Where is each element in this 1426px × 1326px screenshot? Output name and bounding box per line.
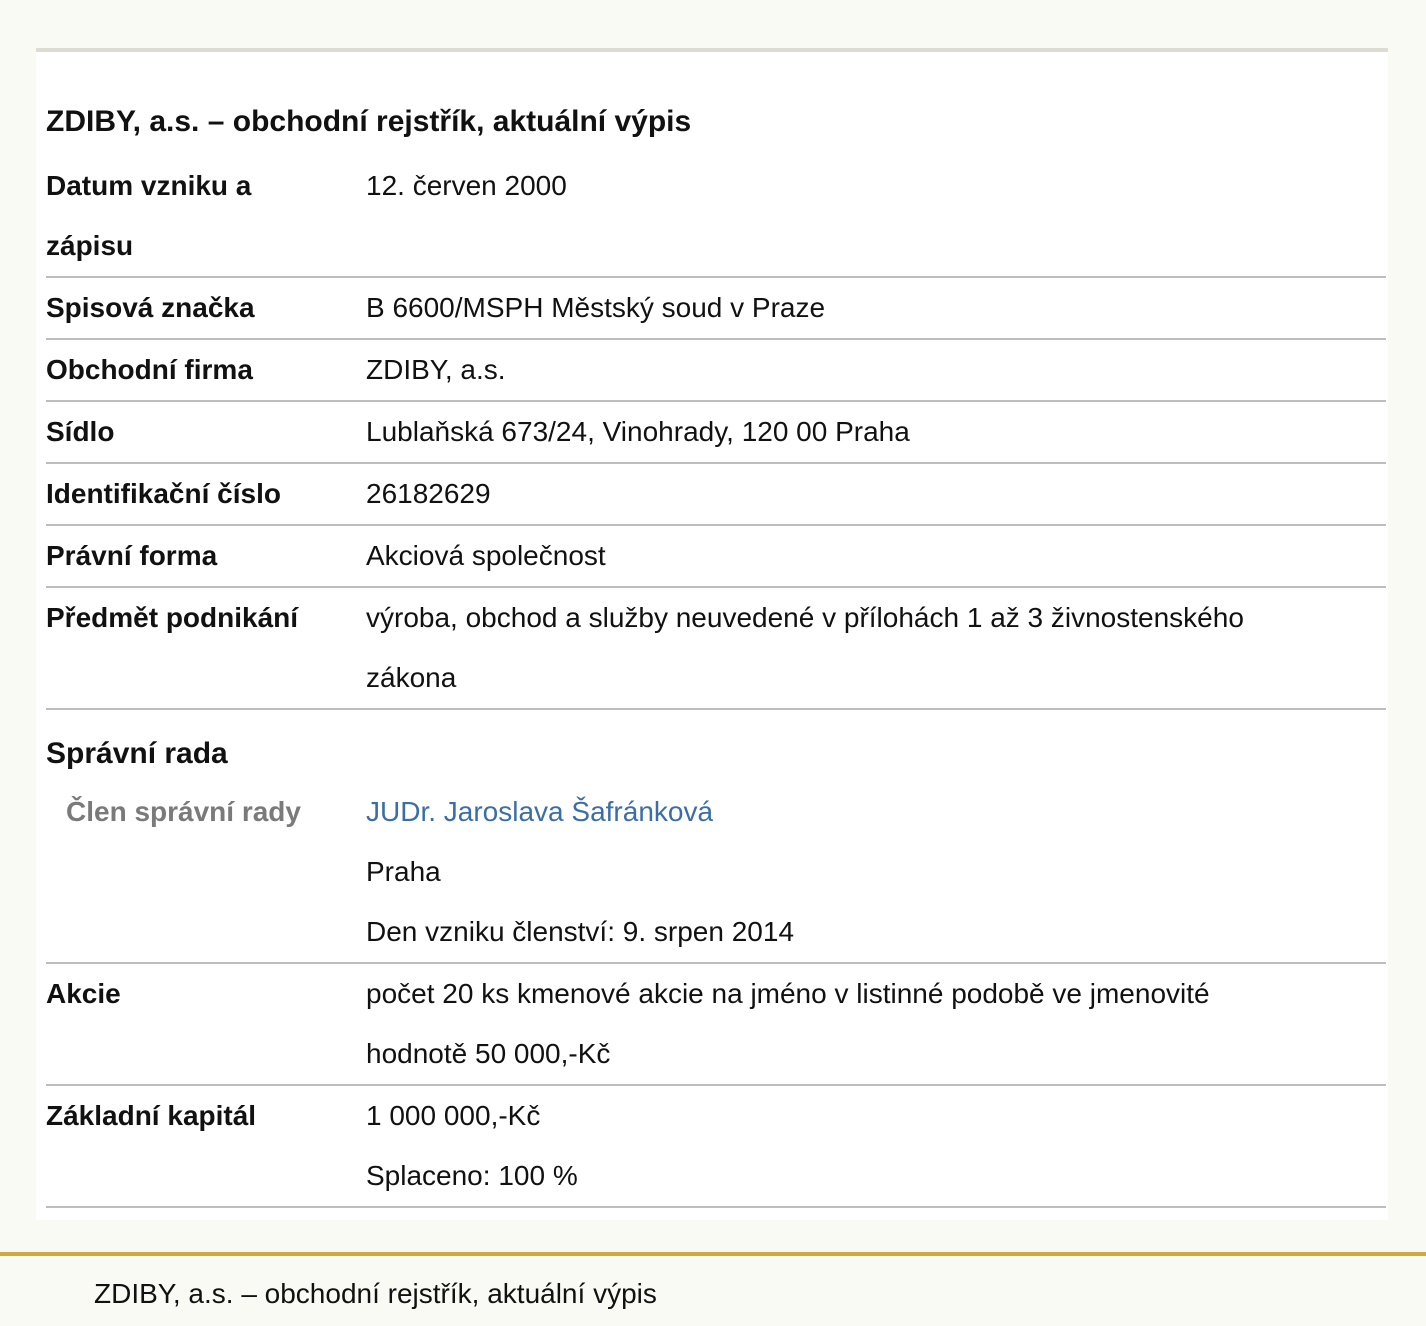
row-value: počet 20 ks kmenové akcie na jméno v lis… (366, 964, 1386, 1084)
row-label: Spisová značka (46, 292, 255, 323)
row-pravni-forma: Právní forma Akciová společnost (46, 526, 1386, 588)
row-value: ZDIBY, a.s. (366, 354, 506, 385)
row-label: Akcie (46, 978, 121, 1009)
row-label: Základní kapitál (46, 1100, 257, 1131)
row-akcie: Akcie počet 20 ks kmenové akcie na jméno… (46, 964, 1386, 1086)
footer: ZDIBY, a.s. – obchodní rejstřík, aktuáln… (0, 1252, 1426, 1326)
row-value-line: 1 000 000,-Kč (366, 1100, 541, 1131)
row-label-line: Datum vzniku a (46, 170, 252, 201)
row-value-line: hodnotě 50 000,-Kč (366, 1038, 611, 1069)
row-datum-vzniku: Datum vzniku a zápisu 12. červen 2000 (46, 156, 1386, 278)
row-value: 1 000 000,-Kč Splaceno: 100 % (366, 1086, 1386, 1206)
row-label: Právní forma (46, 540, 218, 571)
member-role-label: Člen správní rady (66, 796, 301, 827)
row-value: Lublaňská 673/24, Vinohrady, 120 00 Prah… (366, 416, 910, 447)
member-details: JUDr. Jaroslava Šafránková Praha Den vzn… (366, 782, 1386, 962)
row-label: Identifikační číslo (46, 478, 281, 509)
row-value-line: počet 20 ks kmenové akcie na jméno v lis… (366, 978, 1210, 1009)
row-value: 12. červen 2000 (366, 170, 567, 201)
row-label-line: zápisu (46, 230, 134, 261)
footer-title: ZDIBY, a.s. – obchodní rejstřík, aktuáln… (94, 1278, 657, 1309)
row-label: Sídlo (46, 416, 115, 447)
member-since: Den vzniku členství: 9. srpen 2014 (366, 916, 795, 947)
row-zakladni-kapital: Základní kapitál 1 000 000,-Kč Splaceno:… (46, 1086, 1386, 1208)
registry-card: ZDIBY, a.s. – obchodní rejstřík, aktuáln… (36, 48, 1388, 1220)
row-value: výroba, obchod a služby neuvedené v příl… (366, 588, 1386, 708)
row-value: 26182629 (366, 478, 491, 509)
row-sidlo: Sídlo Lublaňská 673/24, Vinohrady, 120 0… (46, 402, 1386, 464)
registry-table: Datum vzniku a zápisu 12. červen 2000 Sp… (46, 156, 1386, 1208)
row-value-line: výroba, obchod a služby neuvedené v příl… (366, 602, 1244, 633)
row-spisova-znacka: Spisová značka B 6600/MSPH Městský soud … (46, 278, 1386, 340)
member-city: Praha (366, 856, 441, 887)
row-value: B 6600/MSPH Městský soud v Praze (366, 292, 826, 323)
row-identifikacni-cislo: Identifikační číslo 26182629 (46, 464, 1386, 526)
row-label: Předmět podnikání (46, 602, 299, 633)
row-label: Obchodní firma (46, 354, 253, 385)
row-value: Akciová společnost (366, 540, 606, 571)
row-predmet-podnikani: Předmět podnikání výroba, obchod a služb… (46, 588, 1386, 710)
row-label: Datum vzniku a zápisu (46, 156, 366, 276)
row-value-line: Splaceno: 100 % (366, 1160, 578, 1191)
page-title: ZDIBY, a.s. – obchodní rejstřík, aktuáln… (46, 105, 692, 138)
board-member-row: Člen správní rady JUDr. Jaroslava Šafrán… (46, 782, 1386, 962)
section-title: Správní rada (46, 737, 228, 770)
row-value-line: zákona (366, 662, 457, 693)
member-name-link[interactable]: JUDr. Jaroslava Šafránková (366, 796, 713, 827)
section-spravni-rada: Správní rada Člen správní rady JUDr. Jar… (46, 710, 1386, 964)
row-obchodni-firma: Obchodní firma ZDIBY, a.s. (46, 340, 1386, 402)
